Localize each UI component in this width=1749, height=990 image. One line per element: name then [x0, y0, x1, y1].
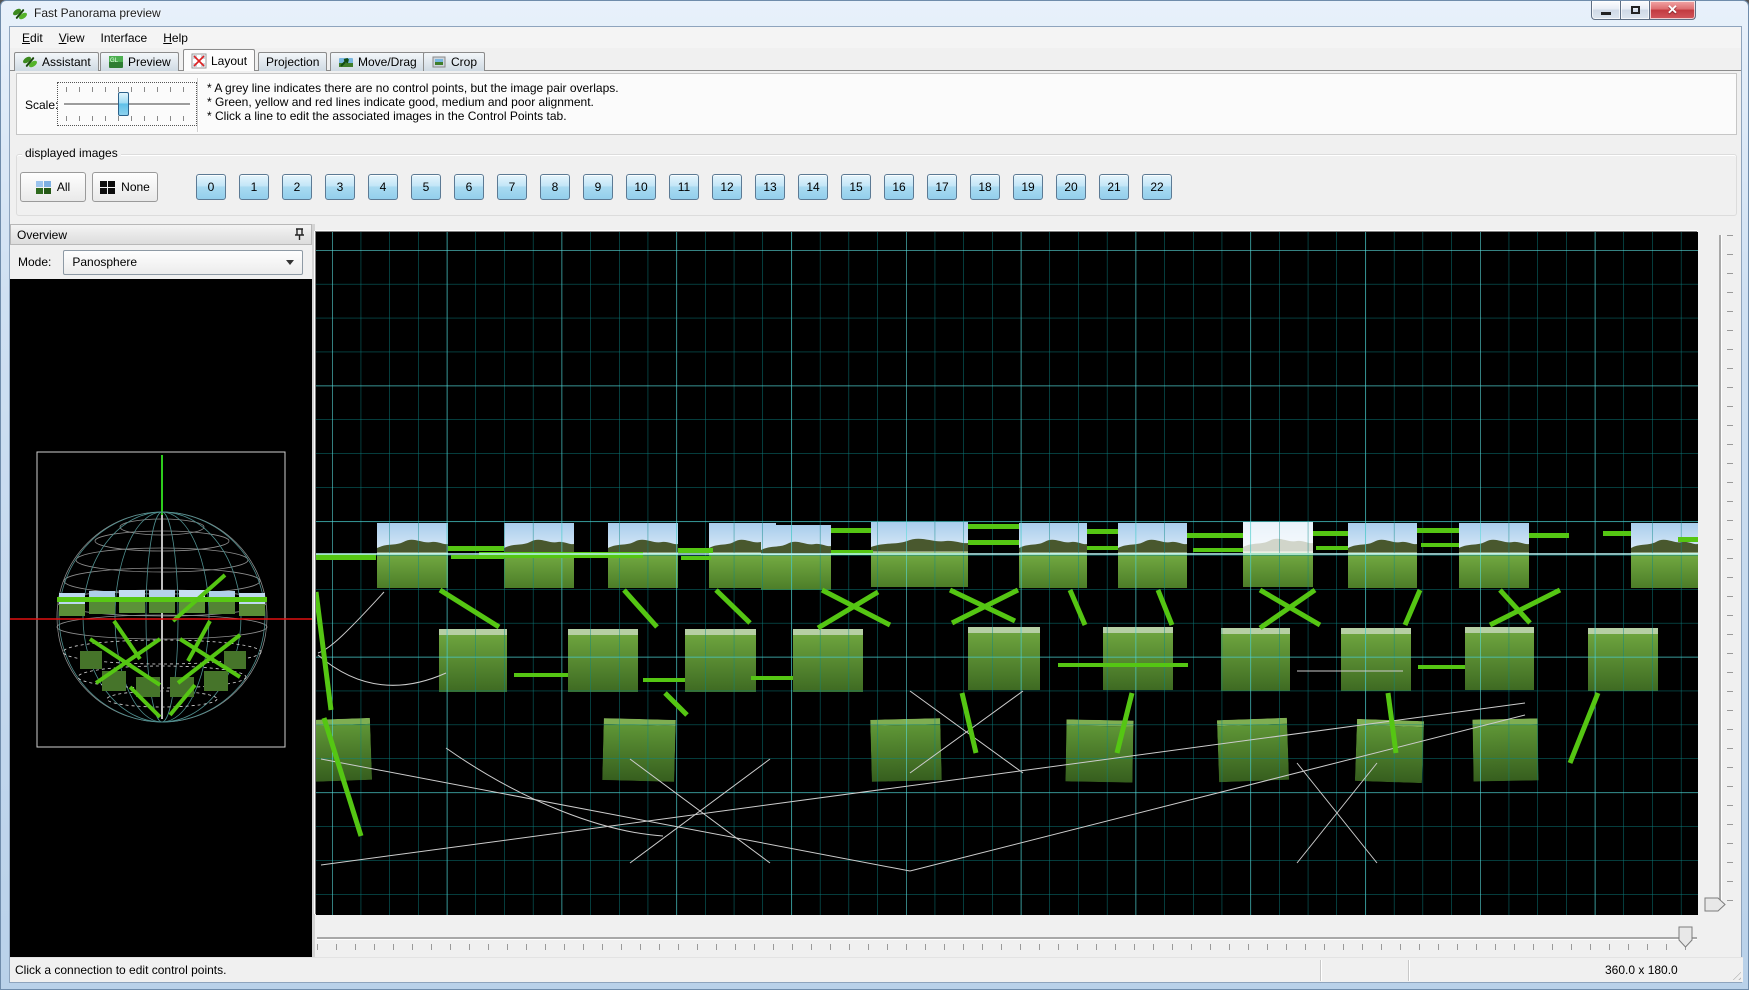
panel-separator: [197, 78, 199, 132]
image-toggle-5[interactable]: 5: [411, 174, 441, 200]
help-notes: * A grey line indicates there are no con…: [207, 81, 619, 123]
tab-bar: Assistant GL Preview Layout: [10, 48, 1741, 71]
move-drag-icon: [338, 54, 354, 70]
assistant-icon: [22, 54, 38, 70]
image-toggle-15[interactable]: 15: [841, 174, 871, 200]
mode-label: Mode:: [18, 255, 51, 269]
image-toggle-16[interactable]: 16: [884, 174, 914, 200]
app-window: Fast Panorama preview ✕ Edit View Interf…: [0, 0, 1749, 990]
image-toggle-8[interactable]: 8: [540, 174, 570, 200]
crop-icon: [431, 54, 447, 70]
status-bar: Click a connection to edit control point…: [10, 957, 1743, 982]
overview-mode-row: Mode: Panosphere: [10, 245, 312, 279]
slider-ticks-bottom: [66, 116, 188, 121]
layout-icon: [191, 53, 207, 69]
status-divider: [1408, 960, 1410, 981]
close-button[interactable]: ✕: [1650, 1, 1696, 20]
image-toggle-1[interactable]: 1: [239, 174, 269, 200]
maximize-icon: [1631, 6, 1640, 14]
mode-value: Panosphere: [72, 255, 137, 269]
pitch-slider-ticks: [1727, 235, 1733, 908]
image-toggle-18[interactable]: 18: [970, 174, 1000, 200]
canvas-size-readout: 360.0 x 180.0: [1605, 963, 1678, 977]
image-toggle-17[interactable]: 17: [927, 174, 957, 200]
scale-label: Scale:: [25, 98, 58, 112]
image-toggle-9[interactable]: 9: [583, 174, 613, 200]
image-toggle-13[interactable]: 13: [755, 174, 785, 200]
tab-move-drag[interactable]: Move/Drag: [330, 52, 425, 71]
yaw-slider-track[interactable]: [317, 937, 1697, 939]
minimize-icon: [1601, 12, 1611, 15]
image-toggle-20[interactable]: 20: [1056, 174, 1086, 200]
image-toggle-2[interactable]: 2: [282, 174, 312, 200]
displayed-images-label: displayed images: [22, 146, 121, 160]
menu-bar: Edit View Interface Help: [10, 27, 1741, 48]
resize-grip[interactable]: [1729, 968, 1741, 980]
layout-canvas[interactable]: [315, 231, 1697, 914]
tab-projection[interactable]: Projection: [258, 52, 327, 71]
tab-crop[interactable]: Crop: [423, 52, 485, 71]
menu-help[interactable]: Help: [155, 29, 196, 47]
yaw-slider-ticks: [317, 944, 1697, 950]
image-toggle-3[interactable]: 3: [325, 174, 355, 200]
scale-slider[interactable]: [57, 82, 197, 126]
status-message: Click a connection to edit control point…: [15, 963, 226, 977]
maximize-button[interactable]: [1621, 1, 1650, 20]
svg-text:GL: GL: [110, 58, 119, 64]
no-images-button[interactable]: None: [92, 172, 158, 202]
image-toggle-21[interactable]: 21: [1099, 174, 1129, 200]
tab-assistant[interactable]: Assistant: [14, 52, 99, 71]
image-toggle-6[interactable]: 6: [454, 174, 484, 200]
image-toggle-row: All None 0 1 2 3 4 5 6 7 8 9 10 11 12 13: [20, 172, 1172, 202]
all-images-icon: [36, 181, 51, 194]
image-toggle-12[interactable]: 12: [712, 174, 742, 200]
pin-icon[interactable]: [294, 228, 305, 241]
all-images-button[interactable]: All: [20, 172, 86, 202]
chevron-down-icon: [286, 260, 294, 265]
menu-view[interactable]: View: [51, 29, 93, 47]
mode-select[interactable]: Panosphere: [63, 250, 303, 275]
overview-header[interactable]: Overview: [10, 224, 312, 245]
scale-panel: Scale: * A grey line indicates there are…: [16, 73, 1737, 135]
overview-title: Overview: [17, 228, 67, 242]
minimize-button[interactable]: [1591, 1, 1621, 20]
menu-interface[interactable]: Interface: [93, 29, 156, 47]
status-divider: [1320, 960, 1322, 981]
yaw-slider-thumb[interactable]: [1678, 926, 1693, 948]
image-toggle-14[interactable]: 14: [798, 174, 828, 200]
image-toggle-4[interactable]: 4: [368, 174, 398, 200]
image-toggle-22[interactable]: 22: [1142, 174, 1172, 200]
tab-layout[interactable]: Layout: [183, 49, 255, 71]
preview-icon: GL: [108, 54, 124, 70]
image-toggle-19[interactable]: 19: [1013, 174, 1043, 200]
image-toggle-0[interactable]: 0: [196, 174, 226, 200]
overview-panel: Overview Mode: Panosphere: [10, 224, 312, 957]
image-number-buttons: 0 1 2 3 4 5 6 7 8 9 10 11 12 13 14 15 16…: [196, 174, 1172, 200]
note-line: * Green, yellow and red lines indicate g…: [207, 95, 619, 109]
no-images-icon: [100, 181, 115, 194]
pitch-slider-track[interactable]: [1719, 235, 1721, 908]
image-toggle-7[interactable]: 7: [497, 174, 527, 200]
client-area: Edit View Interface Help Assistant GL: [9, 26, 1742, 983]
hugin-app-icon: [12, 6, 28, 22]
window-title: Fast Panorama preview: [34, 6, 161, 20]
close-icon: ✕: [1667, 2, 1678, 18]
menu-edit[interactable]: Edit: [14, 29, 51, 47]
image-toggle-10[interactable]: 10: [626, 174, 656, 200]
note-line: * A grey line indicates there are no con…: [207, 81, 619, 95]
tab-preview[interactable]: GL Preview: [100, 52, 179, 71]
image-toggle-11[interactable]: 11: [669, 174, 699, 200]
panosphere-sphere: [10, 279, 312, 957]
pitch-slider-thumb[interactable]: [1704, 897, 1726, 912]
layout-graph: [316, 232, 1698, 915]
panosphere-view[interactable]: [10, 279, 312, 957]
title-bar[interactable]: Fast Panorama preview ✕: [1, 1, 1748, 26]
slider-thumb[interactable]: [118, 92, 129, 116]
note-line: * Click a line to edit the associated im…: [207, 109, 619, 123]
